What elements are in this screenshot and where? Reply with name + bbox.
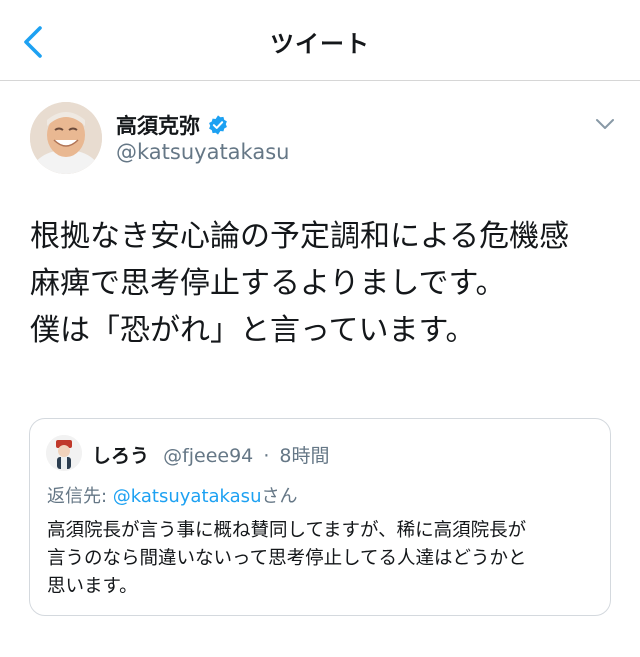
quoted-author-photo — [46, 435, 82, 471]
quoted-text-line: 思います。 — [47, 576, 138, 597]
tweet-text-line: 麻痺で思考停止するよりましです。 — [30, 266, 506, 301]
meta-separator: · — [263, 445, 270, 467]
quoted-text-line: 高須院長が言う事に概ね賛同してますが、稀に高須院長が — [47, 520, 527, 541]
tweet-text-line: 根拠なき安心論の予定調和による危機感 — [30, 219, 570, 254]
quoted-timestamp: 8時間 — [279, 445, 330, 467]
chevron-down-icon[interactable] — [594, 116, 616, 132]
quoted-author-avatar[interactable] — [46, 435, 82, 471]
author-avatar[interactable] — [30, 102, 102, 174]
tweet-header: 高須克弥 @katsuyatakasu — [30, 102, 620, 182]
page-title: ツイート — [270, 30, 370, 58]
quoted-tweet-text: 高須院長が言う事に概ね賛同してますが、稀に高須院長が 言うのなら間違いないって思… — [47, 517, 599, 601]
quoted-author-name[interactable]: しろう — [92, 445, 149, 467]
verified-badge-icon — [209, 115, 227, 135]
quoted-author-handle[interactable]: @fjeee94 — [163, 445, 253, 467]
tweet-text: 根拠なき安心論の予定調和による危機感 麻痺で思考停止するよりましです。 僕は「恐… — [30, 213, 620, 354]
quoted-tweet-card[interactable]: しろう @fjeee94 · 8時間 返信先: @katsuyatakasuさん… — [29, 418, 611, 616]
author-name[interactable]: 高須克弥 — [116, 110, 200, 140]
reply-prefix: 返信先: — [47, 486, 113, 507]
author-name-row: 高須克弥 — [116, 110, 229, 140]
quoted-text-line: 言うのなら間違いないって思考停止してる人達はどうかと — [47, 548, 527, 569]
reply-suffix: さん — [261, 486, 298, 507]
quoted-author-row: しろう @fjeee94 · 8時間 — [92, 441, 330, 468]
top-navigation-bar: ツイート — [0, 0, 640, 81]
reply-to-line: 返信先: @katsuyatakasuさん — [47, 482, 297, 508]
reply-to-handle-link[interactable]: @katsuyatakasu — [113, 486, 262, 507]
author-photo — [30, 102, 102, 174]
tweet-text-line: 僕は「恐がれ」と言っています。 — [30, 313, 476, 348]
author-handle[interactable]: @katsuyatakasu — [116, 140, 289, 164]
